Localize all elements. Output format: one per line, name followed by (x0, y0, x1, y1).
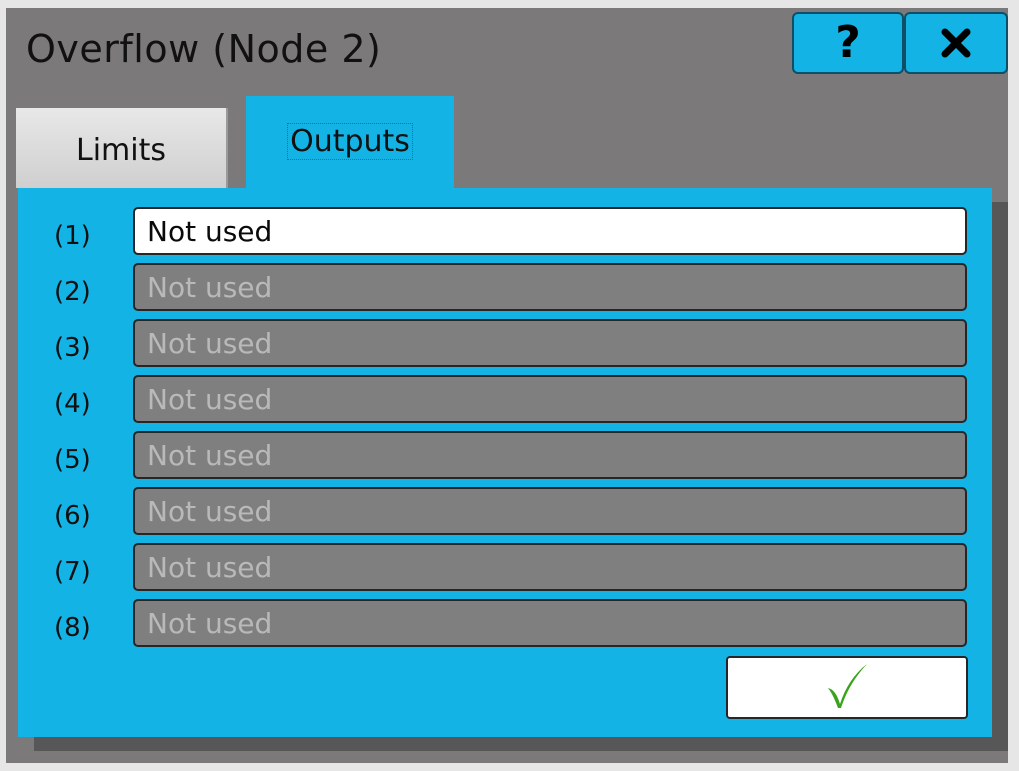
output-index-label: (2) (54, 277, 91, 307)
output-select-8: Not used (133, 599, 967, 647)
output-select-7: Not used (133, 543, 967, 591)
tab-outputs[interactable]: Outputs (246, 96, 454, 192)
output-select-2: Not used (133, 263, 967, 311)
output-select-4: Not used (133, 375, 967, 423)
close-icon (939, 26, 973, 60)
confirm-button[interactable] (726, 656, 968, 719)
output-index-label: (5) (54, 445, 91, 475)
help-button[interactable]: ? (792, 12, 904, 74)
output-select-5: Not used (133, 431, 967, 479)
output-select-3: Not used (133, 319, 967, 367)
tab-outputs-label: Outputs (287, 123, 413, 160)
tab-limits-label: Limits (76, 132, 166, 168)
output-index-label: (1) (54, 221, 91, 251)
outputs-panel: (1) Not used (2) Not used (3) Not used (… (18, 188, 992, 737)
output-select-1[interactable]: Not used (133, 207, 967, 255)
output-index-label: (6) (54, 501, 91, 531)
help-icon: ? (835, 17, 861, 68)
tab-limits[interactable]: Limits (16, 108, 228, 188)
dialog-window: Overflow (Node 2) ? Limits Outputs (1) N… (6, 8, 1008, 763)
dialog-title: Overflow (Node 2) (26, 27, 382, 71)
output-select-6: Not used (133, 487, 967, 535)
output-index-label: (3) (54, 333, 91, 363)
output-index-label: (8) (54, 613, 91, 643)
close-button[interactable] (904, 12, 1008, 74)
output-index-label: (4) (54, 389, 91, 419)
output-index-label: (7) (54, 557, 91, 587)
checkmark-icon (825, 662, 869, 714)
